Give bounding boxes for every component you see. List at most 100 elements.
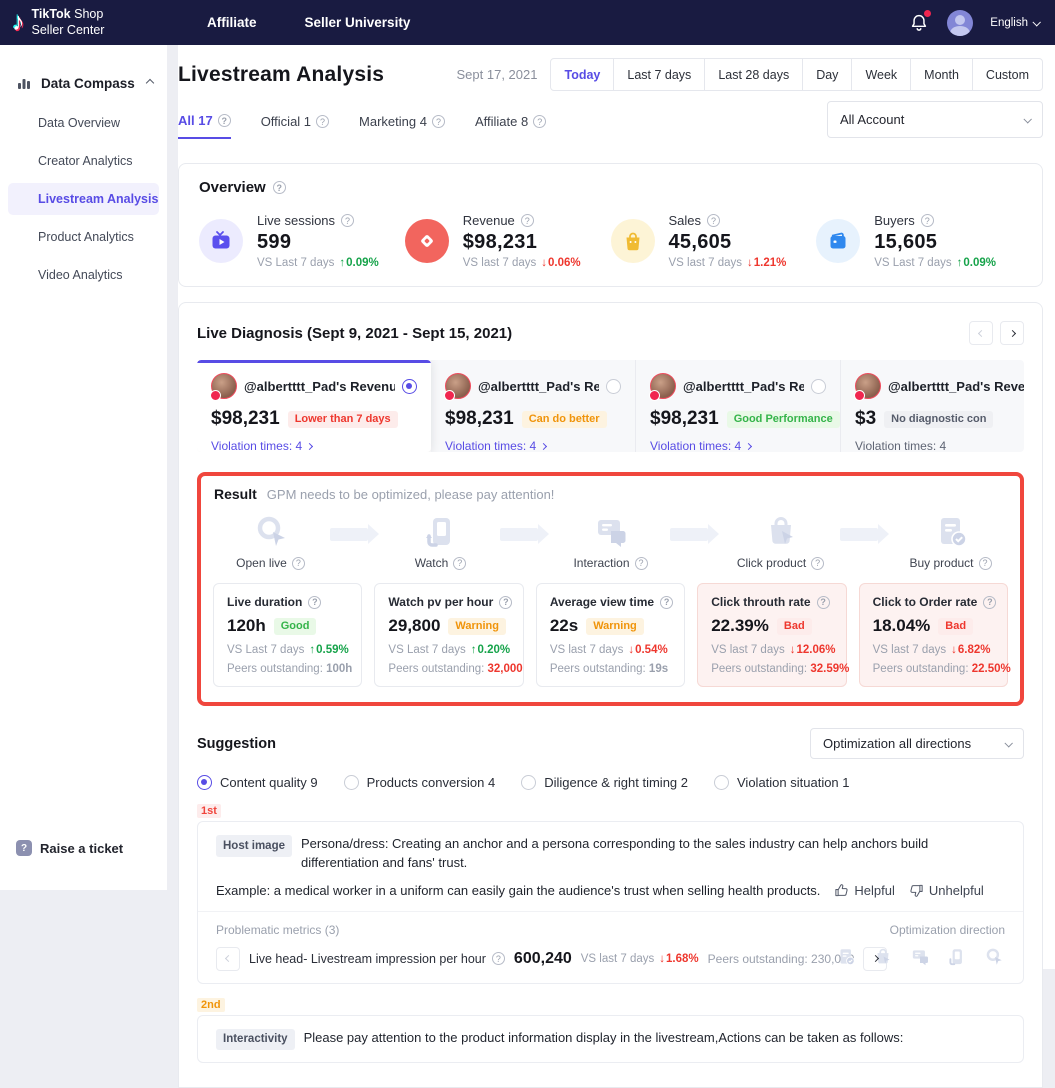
peers-label: Peers outstanding: [388,663,484,675]
user-avatar[interactable] [947,10,973,36]
help-icon[interactable] [707,214,720,227]
account-radio-selected[interactable] [402,379,417,394]
stat-compare-label: VS last 7 days [669,257,743,269]
stat-delta: 0.09% [957,257,996,269]
funnel-arrow-icon [670,528,708,541]
account-card-4[interactable]: @albertttt_Pad's Revenue $3 No diagnosti… [841,360,1024,452]
performance-badge: No diagnostic con [884,411,993,428]
help-icon[interactable] [453,557,466,570]
tab-marketing[interactable]: Marketing 4 [359,113,445,139]
range-custom-button[interactable]: Custom [972,58,1043,91]
account-cards-row: @albertttt_Pad's Revenue $98,231 Lower t… [197,360,1024,452]
category-diligence-right-timing[interactable]: Diligence & right timing 2 [521,775,688,790]
account-name: @albertttt_Pad's Revenue [244,379,395,394]
range-today-button[interactable]: Today [550,58,614,91]
help-icon[interactable] [533,115,546,128]
help-icon[interactable] [492,952,505,965]
notification-bell-icon[interactable] [908,12,930,34]
violation-times-label: Violation times: 4 [855,439,946,452]
chevron-left-icon [224,955,231,962]
divider [198,911,1023,912]
stat-label: Sales [669,213,702,228]
helpful-button[interactable]: Helpful [834,883,894,898]
range-last-7-days-button[interactable]: Last 7 days [613,58,705,91]
help-icon[interactable] [499,596,512,609]
sidebar-item-video-analytics[interactable]: Video Analytics [8,259,159,291]
help-icon[interactable] [316,115,329,128]
metric-prev-button[interactable] [216,947,240,971]
category-label: Violation situation 1 [737,775,850,790]
stat-label: Revenue [463,213,515,228]
category-violation-situation[interactable]: Violation situation 1 [714,775,850,790]
tab-all[interactable]: All 17 [178,113,231,139]
help-icon[interactable] [273,181,286,194]
sidebar-item-livestream-analysis[interactable]: Livestream Analysis [8,183,159,215]
range-last-28-days-button[interactable]: Last 28 days [704,58,803,91]
account-radio[interactable] [606,379,621,394]
violation-times-link[interactable]: Violation times: 4 [650,439,826,452]
help-icon[interactable] [218,114,231,127]
unhelpful-button[interactable]: Unhelpful [909,883,984,898]
account-card-1[interactable]: @albertttt_Pad's Revenue $98,231 Lower t… [197,360,431,452]
help-icon[interactable] [635,557,648,570]
top-bar: ♪ TikTok Shop Seller Center Affiliate Se… [0,0,1055,45]
violation-times-link[interactable]: Violation times: 4 [211,439,417,452]
peers-value: 22.50% [972,663,1011,675]
range-month-button[interactable]: Month [910,58,973,91]
account-name: @albertttt_Pad's Revenue [478,379,599,394]
tab-affiliate[interactable]: Affiliate 8 [475,113,546,139]
thumb-up-icon [834,883,849,898]
metric-delta: 0.54% [628,644,667,656]
helpful-label: Helpful [854,883,894,898]
raise-a-ticket[interactable]: ? Raise a ticket [16,840,123,856]
diagnosis-next-button[interactable] [1000,321,1024,345]
violation-times-link[interactable]: Violation times: 4 [445,439,621,452]
account-avatar [650,373,676,399]
sidebar-item-creator-analytics[interactable]: Creator Analytics [8,145,159,177]
language-label: English [990,17,1028,29]
wallet-icon [816,219,860,263]
category-products-conversion[interactable]: Products conversion 4 [344,775,496,790]
category-content-quality[interactable]: Content quality 9 [197,775,318,790]
suggestion-text: Persona/dress: Creating an anchor and a … [301,835,1005,873]
diagnosis-prev-button[interactable] [969,321,993,345]
sidebar-section-data-compass[interactable]: Data Compass [0,45,167,101]
account-revenue: $98,231 [650,408,719,430]
peers-outstanding-label: Peers outstanding: 230,000 [708,952,855,966]
nav-affiliate[interactable]: Affiliate [207,15,257,30]
account-radio[interactable] [811,379,826,394]
help-icon[interactable] [983,596,996,609]
chevron-down-icon [1023,115,1031,123]
language-selector[interactable]: English [990,17,1039,29]
help-icon[interactable] [811,557,824,570]
account-card-2[interactable]: @albertttt_Pad's Revenue $98,231 Can do … [431,360,636,452]
watch-icon [946,946,968,968]
nav-seller-university[interactable]: Seller University [305,15,411,30]
account-card-3[interactable]: @albertttt_Pad's Revenue $98,231 Good Pe… [636,360,841,452]
account-filter-select[interactable]: All Account [827,101,1043,138]
chevron-right-icon [1008,329,1015,336]
optimization-direction-icons [835,946,1005,968]
help-icon[interactable] [521,214,534,227]
suggestion-tag: Interactivity [216,1029,295,1051]
help-icon[interactable] [292,557,305,570]
help-icon[interactable] [921,214,934,227]
help-icon[interactable] [432,115,445,128]
buy-product-icon [931,512,971,552]
help-icon[interactable] [660,596,673,609]
sidebar-item-data-overview[interactable]: Data Overview [8,107,159,139]
top-navigation: Affiliate Seller University [207,15,410,30]
range-day-button[interactable]: Day [802,58,852,91]
help-icon[interactable] [341,214,354,227]
range-week-button[interactable]: Week [851,58,911,91]
sidebar-item-product-analytics[interactable]: Product Analytics [8,221,159,253]
help-icon[interactable] [308,596,321,609]
help-icon[interactable] [817,596,830,609]
tab-affiliate-label: Affiliate 8 [475,114,528,129]
tiktok-shop-logo[interactable]: ♪ TikTok Shop Seller Center [0,7,185,38]
metric-badge: Warning [586,618,644,635]
tab-official[interactable]: Official 1 [261,113,329,139]
help-icon[interactable] [979,557,992,570]
optimization-filter-select[interactable]: Optimization all directions [810,728,1024,759]
metric-compare-label: VS last 7 days [550,644,624,656]
